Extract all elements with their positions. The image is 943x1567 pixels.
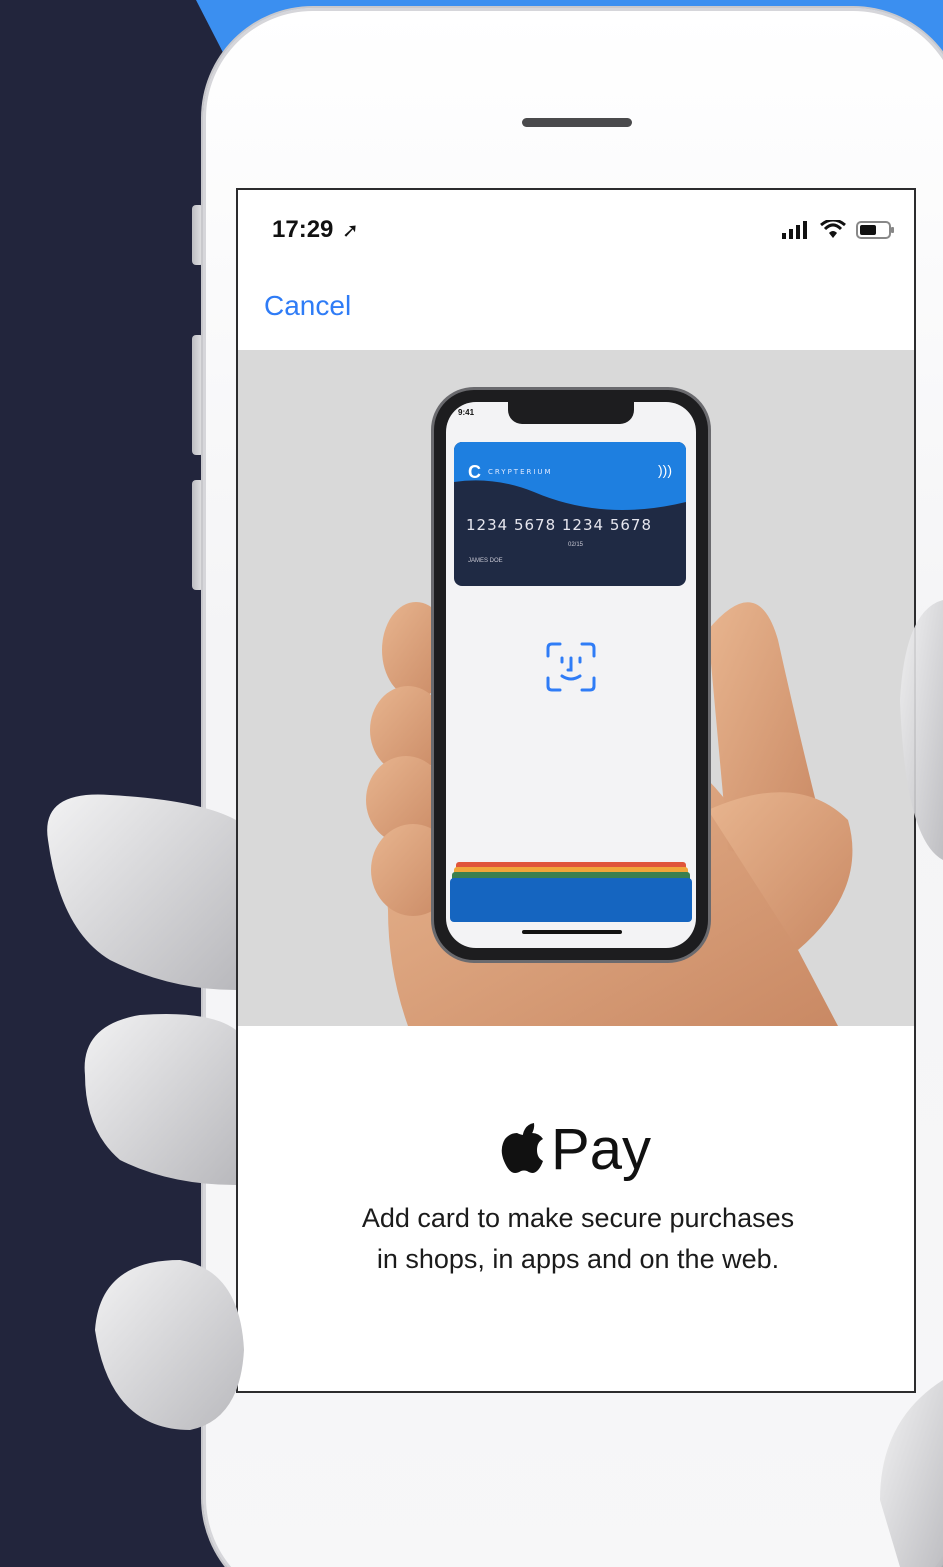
holding-hand-illustration xyxy=(47,600,943,1567)
